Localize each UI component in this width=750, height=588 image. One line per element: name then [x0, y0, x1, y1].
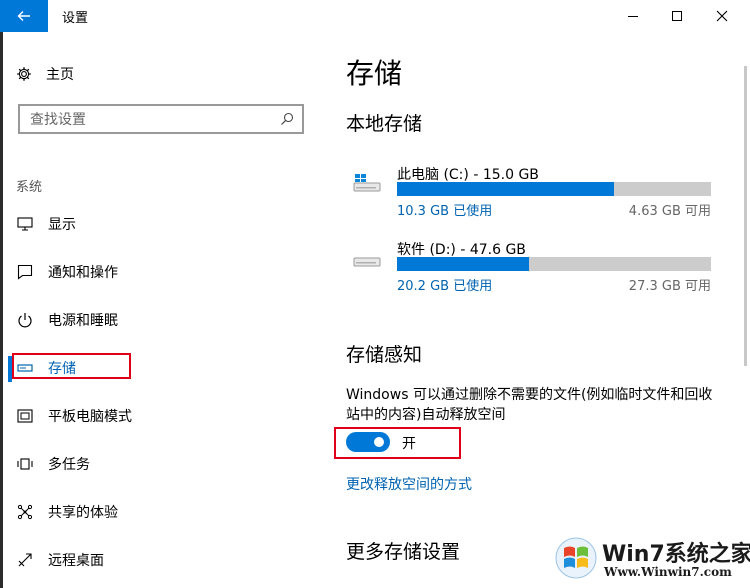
- watermark: Win7系统之家 Www.Winwin7.com: [552, 532, 750, 586]
- multitask-icon: [16, 455, 34, 473]
- nav-item-label: 通知和操作: [48, 265, 118, 281]
- nav-item-tablet-mode[interactable]: 平板电脑模式: [16, 404, 132, 428]
- used-space: 20.2 GB 已使用: [397, 279, 493, 294]
- back-arrow-icon: [17, 11, 30, 21]
- drive-name: 软件 (D:) - 47.6 GB: [397, 242, 526, 258]
- change-free-space-link[interactable]: 更改释放空间的方式: [346, 474, 472, 494]
- nav-item-label: 共享的体验: [48, 505, 118, 521]
- nav-item-shared-experiences[interactable]: 共享的体验: [16, 500, 118, 524]
- display-icon: [16, 215, 34, 233]
- search-icon[interactable]: [280, 112, 294, 126]
- usage-bar-fill: [397, 182, 614, 196]
- page-title: 存储: [346, 57, 403, 90]
- scrollbar-thumb[interactable]: [744, 66, 747, 366]
- watermark-title: Win7系统之家: [602, 542, 750, 567]
- window-left-edge: [0, 32, 3, 588]
- back-button[interactable]: [0, 0, 48, 32]
- free-space: 4.63 GB 可用: [628, 204, 711, 219]
- nav-item-label: 多任务: [48, 457, 90, 473]
- tablet-icon: [16, 407, 34, 425]
- watermark-url: Www.Winwin7.com: [604, 565, 732, 579]
- nav-item-label: 平板电脑模式: [48, 409, 132, 425]
- usage-bar: [397, 257, 711, 271]
- section-label-system: 系统: [16, 180, 43, 195]
- used-space: 10.3 GB 已使用: [397, 204, 493, 219]
- nav-item-notifications[interactable]: 通知和操作: [16, 260, 118, 284]
- title-bar: 设置: [0, 0, 750, 32]
- maximize-icon: [672, 11, 682, 21]
- usage-bar-fill: [397, 257, 529, 271]
- window-title: 设置: [62, 11, 89, 26]
- notification-icon: [16, 263, 34, 281]
- gear-icon: [17, 67, 31, 81]
- windows-drive-icon: [353, 174, 381, 192]
- nav-home[interactable]: 主页: [16, 64, 74, 84]
- maximize-button[interactable]: [654, 0, 700, 32]
- close-button[interactable]: [699, 0, 745, 32]
- drive-icon: [353, 257, 381, 267]
- nav-item-label: 显示: [48, 217, 76, 233]
- windows7-logo-icon: [555, 537, 597, 579]
- search-input[interactable]: 查找设置: [30, 109, 280, 129]
- nav-item-power[interactable]: 电源和睡眠: [16, 308, 118, 332]
- nav-item-remote-desktop[interactable]: 远程桌面: [16, 548, 104, 572]
- drive-name: 此电脑 (C:) - 15.0 GB: [397, 167, 539, 183]
- nav-item-multitasking[interactable]: 多任务: [16, 452, 90, 476]
- storage-sense-heading: 存储感知: [346, 344, 423, 366]
- storage-sense-description: Windows 可以通过删除不需要的文件(例如临时文件和回收站中的内容)自动释放…: [346, 387, 713, 423]
- highlight-box-toggle: [334, 427, 461, 459]
- nav-home-label: 主页: [46, 67, 74, 83]
- nav-item-label: 电源和睡眠: [48, 313, 118, 329]
- close-icon: [716, 10, 728, 22]
- remote-desktop-icon: [16, 551, 34, 569]
- minimize-icon: [628, 16, 638, 17]
- share-icon: [16, 503, 34, 521]
- usage-bar: [397, 182, 711, 196]
- highlight-box-storage: [12, 353, 131, 379]
- minimize-button[interactable]: [610, 0, 656, 32]
- more-storage-settings-heading: 更多存储设置: [346, 541, 461, 563]
- nav-item-display[interactable]: 显示: [16, 212, 76, 236]
- search-box[interactable]: 查找设置: [18, 104, 304, 134]
- local-storage-heading: 本地存储: [346, 113, 423, 135]
- nav-item-label: 远程桌面: [48, 553, 104, 569]
- power-icon: [16, 311, 34, 329]
- free-space: 27.3 GB 可用: [628, 279, 711, 294]
